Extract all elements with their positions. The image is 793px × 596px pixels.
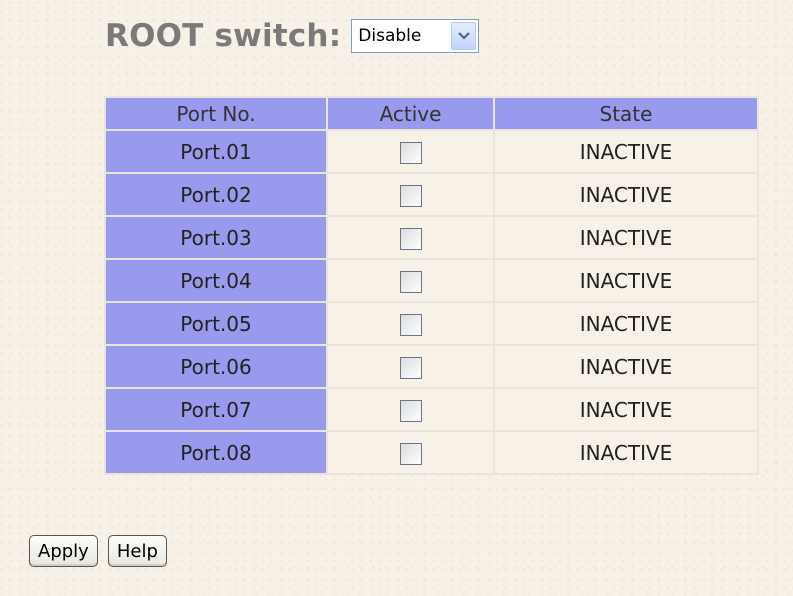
state-cell: INACTIVE: [495, 217, 757, 258]
port-number-cell: Port.08: [106, 432, 326, 473]
active-cell: [328, 174, 493, 215]
port-number-cell: Port.01: [106, 131, 326, 172]
table-row: Port.07 INACTIVE: [106, 389, 757, 430]
table-row: Port.08 INACTIVE: [106, 432, 757, 473]
table-row: Port.01 INACTIVE: [106, 131, 757, 172]
root-switch-row: ROOT switch: Disable: [105, 18, 480, 54]
active-checkbox[interactable]: [399, 227, 422, 250]
root-switch-select[interactable]: Disable: [351, 19, 480, 53]
state-cell: INACTIVE: [495, 432, 757, 473]
port-number-cell: Port.03: [106, 217, 326, 258]
state-cell: INACTIVE: [495, 260, 757, 301]
port-rows: Port.01 INACTIVE Port.02 INACTIVE Port.03 INA…: [106, 131, 757, 473]
state-cell: INACTIVE: [495, 389, 757, 430]
state-cell: INACTIVE: [495, 303, 757, 344]
header-state: State: [495, 98, 757, 129]
apply-button[interactable]: Apply: [29, 535, 98, 567]
active-cell: [328, 131, 493, 172]
active-cell: [328, 303, 493, 344]
active-checkbox[interactable]: [399, 270, 422, 293]
port-number-cell: Port.06: [106, 346, 326, 387]
port-number-cell: Port.02: [106, 174, 326, 215]
active-checkbox[interactable]: [399, 399, 422, 422]
table-row: Port.06 INACTIVE: [106, 346, 757, 387]
active-cell: [328, 346, 493, 387]
table-row: Port.04 INACTIVE: [106, 260, 757, 301]
state-cell: INACTIVE: [495, 174, 757, 215]
chevron-down-icon: [458, 32, 470, 40]
active-checkbox[interactable]: [399, 442, 422, 465]
state-cell: INACTIVE: [495, 131, 757, 172]
state-cell: INACTIVE: [495, 346, 757, 387]
table-row: Port.03 INACTIVE: [106, 217, 757, 258]
active-cell: [328, 389, 493, 430]
port-number-cell: Port.05: [106, 303, 326, 344]
active-checkbox[interactable]: [399, 356, 422, 379]
header-port-no: Port No.: [106, 98, 326, 129]
active-checkbox[interactable]: [399, 141, 422, 164]
port-number-cell: Port.04: [106, 260, 326, 301]
active-checkbox[interactable]: [399, 313, 422, 336]
active-cell: [328, 217, 493, 258]
dropdown-button[interactable]: [451, 22, 477, 50]
port-table: Port No. Active State Port.01 INACTIVE Por…: [104, 96, 759, 475]
root-switch-label: ROOT switch:: [105, 18, 342, 54]
table-row: Port.05 INACTIVE: [106, 303, 757, 344]
table-header-row: Port No. Active State: [106, 98, 757, 129]
action-buttons: Apply Help: [29, 535, 167, 567]
port-number-cell: Port.07: [106, 389, 326, 430]
table-row: Port.02 INACTIVE: [106, 174, 757, 215]
root-switch-selected-value: Disable: [358, 26, 422, 46]
help-button[interactable]: Help: [107, 535, 167, 567]
active-cell: [328, 432, 493, 473]
header-active: Active: [328, 98, 493, 129]
active-checkbox[interactable]: [399, 184, 422, 207]
page: ROOT switch: Disable Port No. Active Sta…: [0, 0, 793, 596]
active-cell: [328, 260, 493, 301]
